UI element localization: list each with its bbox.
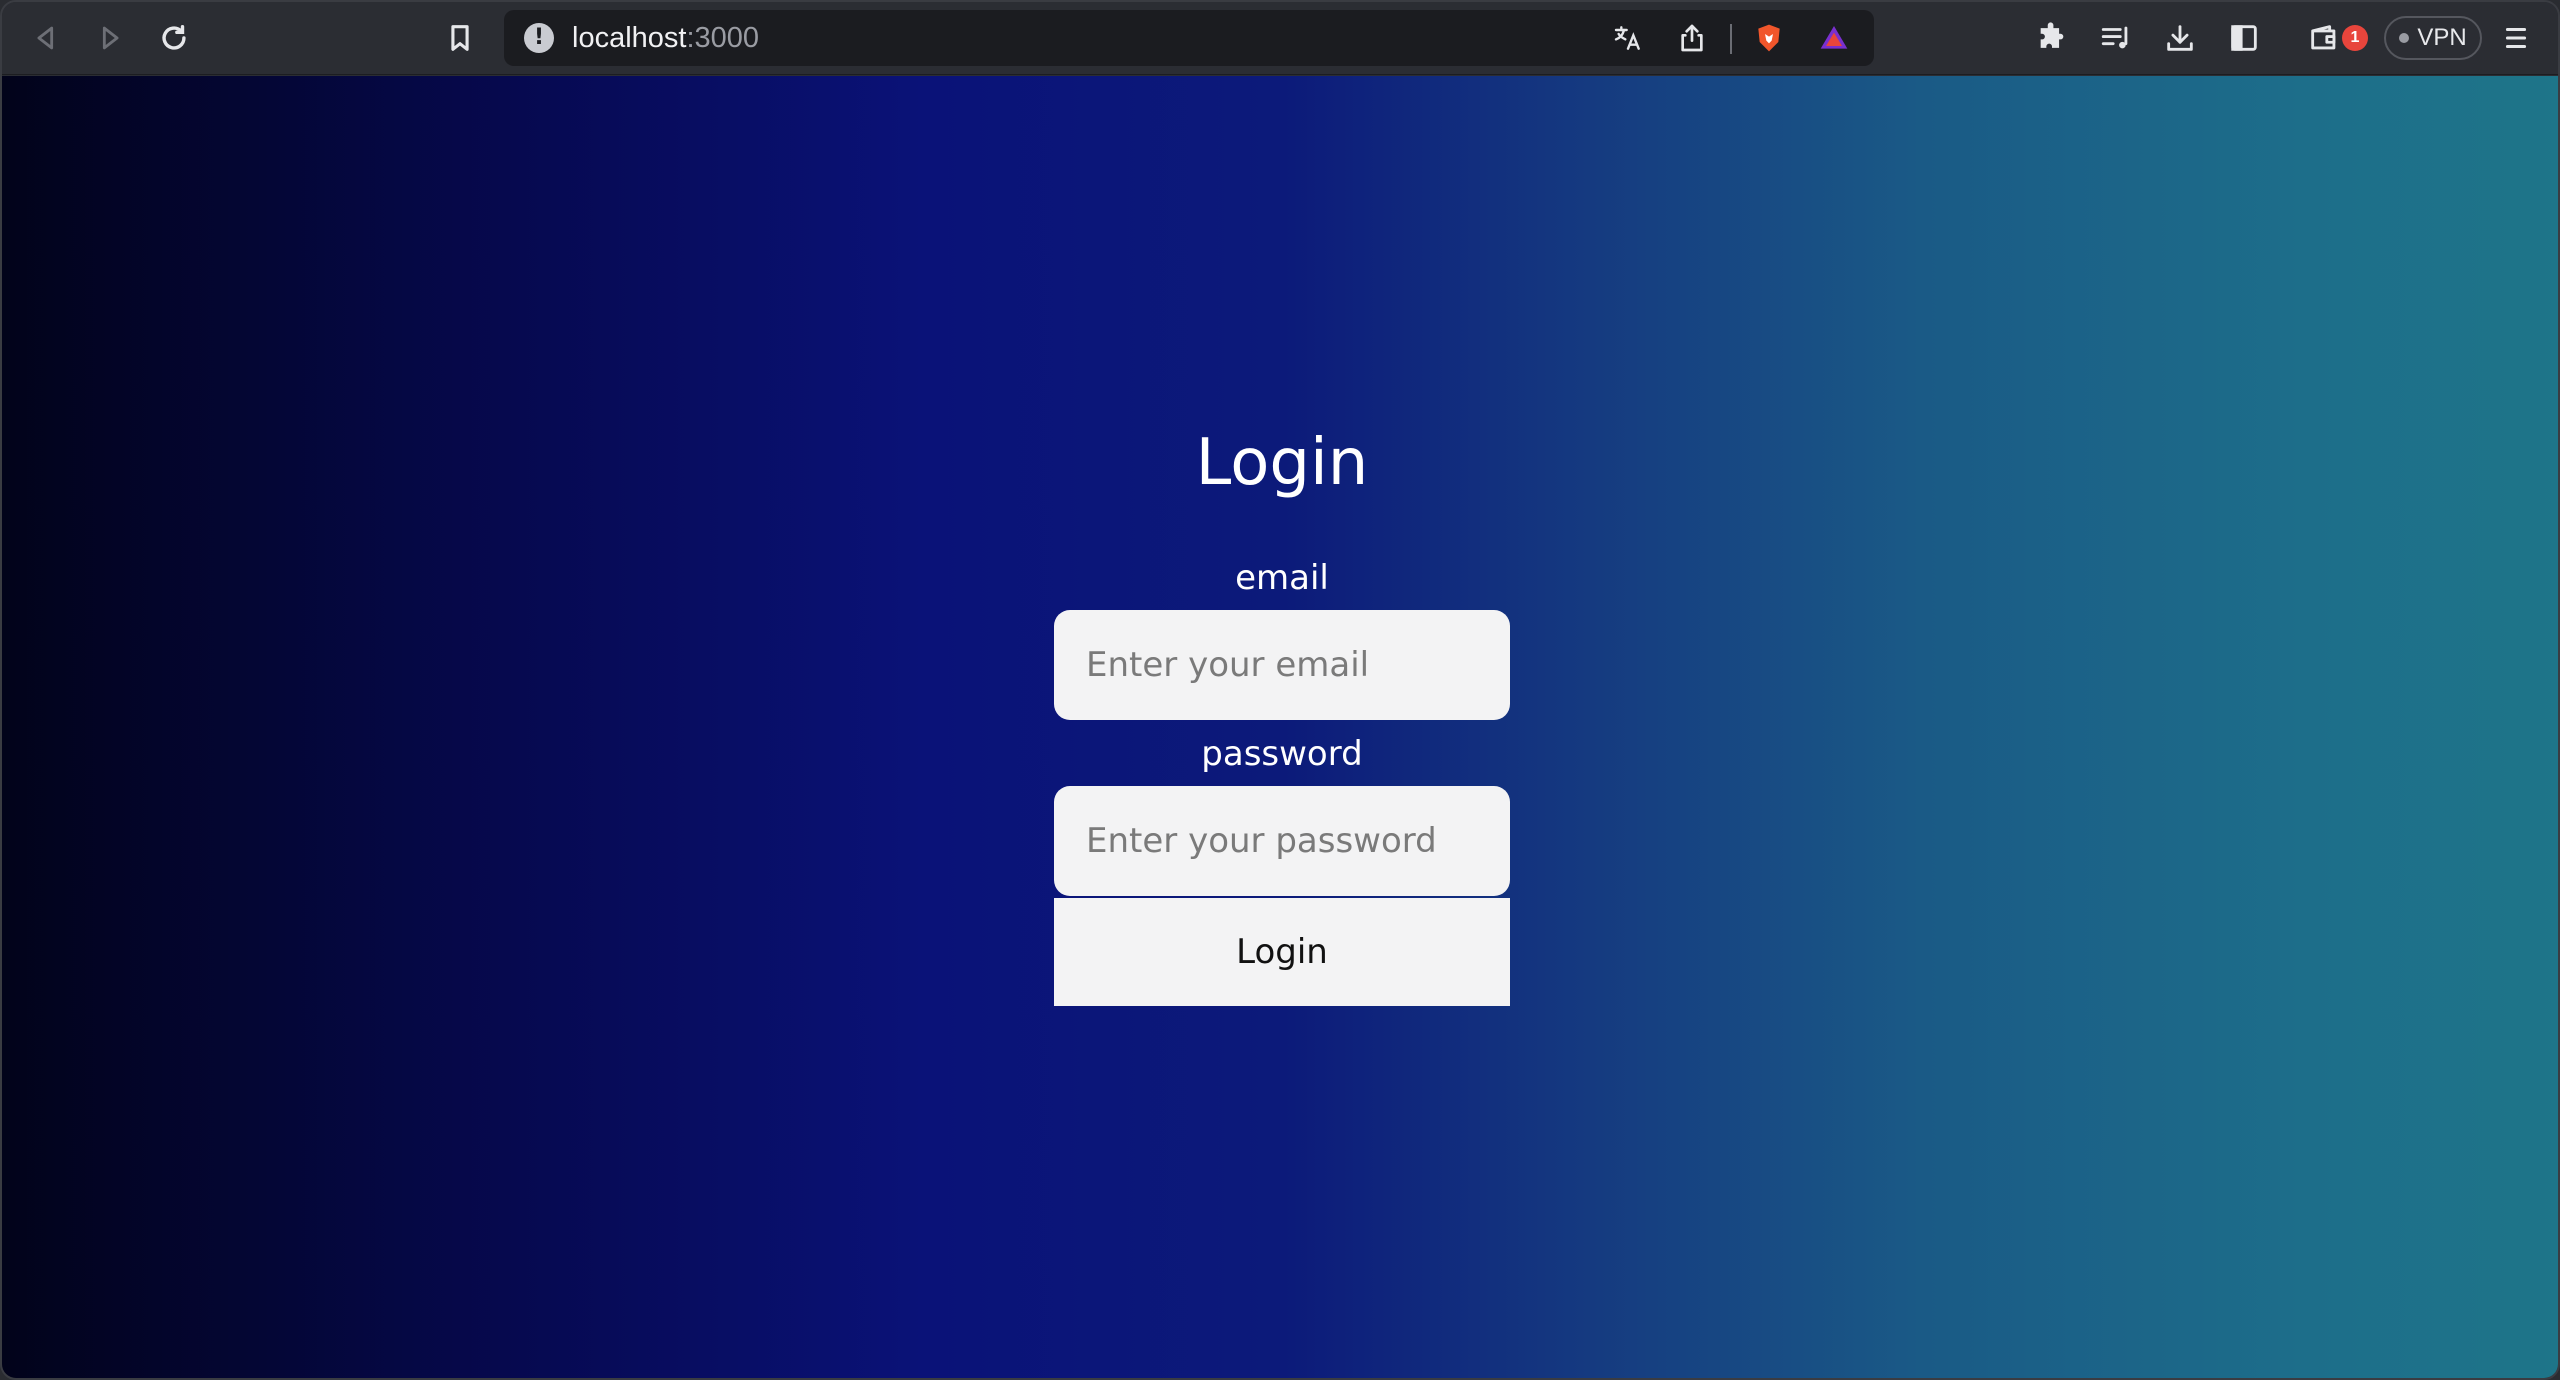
reload-icon[interactable] bbox=[150, 14, 198, 62]
url-host: localhost bbox=[572, 22, 687, 54]
divider bbox=[1730, 24, 1732, 54]
translate-icon[interactable] bbox=[1608, 18, 1648, 58]
playlist-icon[interactable] bbox=[2092, 14, 2140, 62]
forward-icon[interactable] bbox=[86, 14, 134, 62]
brave-shields-icon[interactable] bbox=[1749, 18, 1789, 58]
bookmark-icon[interactable] bbox=[436, 14, 484, 62]
email-field[interactable] bbox=[1054, 610, 1510, 720]
vpn-label: VPN bbox=[2417, 24, 2467, 51]
vpn-button[interactable]: VPN bbox=[2384, 16, 2482, 60]
browser-toolbar: ! localhost:3000 1 VPN bbox=[2, 2, 2558, 75]
url-port: :3000 bbox=[686, 22, 760, 54]
share-icon[interactable] bbox=[1672, 18, 1712, 58]
sidebar-icon[interactable] bbox=[2220, 14, 2268, 62]
site-info-icon[interactable]: ! bbox=[524, 23, 554, 53]
email-label: email bbox=[1235, 558, 1329, 598]
back-icon[interactable] bbox=[22, 14, 70, 62]
downloads-icon[interactable] bbox=[2156, 14, 2204, 62]
extensions-icon[interactable] bbox=[2028, 14, 2076, 62]
password-label: password bbox=[1201, 734, 1363, 774]
wallet-icon[interactable] bbox=[2300, 14, 2348, 62]
vpn-status-dot bbox=[2399, 33, 2410, 43]
address-bar[interactable]: ! localhost:3000 1 bbox=[504, 10, 2368, 66]
password-field[interactable] bbox=[1054, 786, 1510, 896]
page-title: Login bbox=[1195, 426, 1369, 500]
menu-icon[interactable] bbox=[2492, 14, 2540, 62]
brave-rewards-icon[interactable] bbox=[1814, 18, 1854, 58]
browser-window: ! localhost:3000 1 VPN Login email Enter… bbox=[0, 0, 2560, 1380]
url-text: localhost:3000 bbox=[572, 10, 759, 66]
login-button[interactable]: Login bbox=[1054, 898, 1510, 1006]
page-content: Login email password Login bbox=[2, 76, 2558, 1378]
